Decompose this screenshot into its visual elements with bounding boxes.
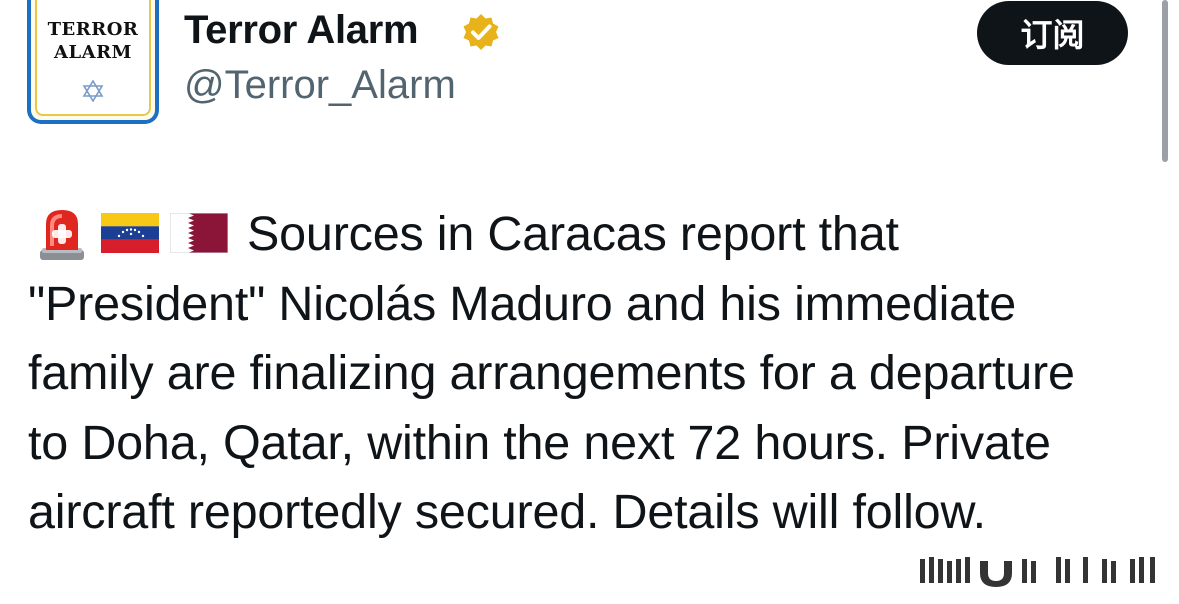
avatar[interactable]: TERROR ALARM bbox=[27, 0, 159, 124]
avatar-logo-text-line1: TERROR bbox=[47, 19, 139, 40]
display-name[interactable]: Terror Alarm bbox=[184, 8, 419, 53]
tweet-text-line: to Doha, Qatar, within the next 72 hours… bbox=[28, 415, 1051, 470]
avatar-logo-text-line2: ALARM bbox=[54, 42, 132, 63]
tweet-text-line: "President" Nicolás Maduro and his immed… bbox=[28, 276, 1017, 331]
scrollbar[interactable] bbox=[1162, 0, 1168, 162]
tweet-text: Sources in Caracas report that "Presiden… bbox=[28, 200, 1168, 548]
tweet-text-line: Sources in Caracas report that bbox=[247, 207, 899, 261]
watermark-logo bbox=[920, 557, 1155, 587]
star-of-david-icon bbox=[82, 80, 104, 102]
verified-badge-icon bbox=[463, 14, 499, 50]
tweet-text-line: aircraft reportedly secured. Details wil… bbox=[28, 485, 986, 539]
subscribe-button[interactable]: 订阅 bbox=[977, 1, 1128, 65]
user-handle[interactable]: @Terror_Alarm bbox=[184, 63, 456, 108]
tweet-text-line: family are finalizing arrangements for a… bbox=[28, 346, 1075, 400]
